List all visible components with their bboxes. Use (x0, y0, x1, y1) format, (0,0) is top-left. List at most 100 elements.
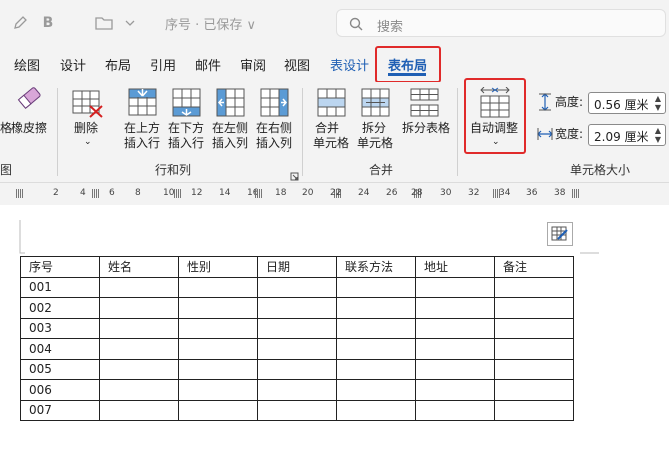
table-cell[interactable]: 002 (20, 297, 100, 319)
table-cell[interactable] (178, 317, 258, 339)
table-cell[interactable] (178, 358, 258, 380)
table-cell[interactable] (178, 297, 258, 319)
insert-above-label-2[interactable]: 插入行 (124, 136, 160, 151)
table-cell[interactable] (99, 358, 179, 380)
folder-icon[interactable] (94, 13, 114, 33)
table-cell[interactable] (336, 297, 416, 319)
table-cell[interactable] (336, 399, 416, 421)
table-cell[interactable] (257, 338, 337, 360)
table-cell[interactable] (257, 399, 337, 421)
split-table-icon[interactable] (410, 88, 440, 122)
insert-right-label-1[interactable]: 在右侧 (256, 121, 292, 136)
table-header-cell[interactable]: 性别 (178, 256, 258, 278)
width-spinner-icon[interactable]: ▲ ▼ (655, 126, 661, 144)
merge-cells-label-2[interactable]: 单元格 (313, 136, 349, 151)
table-cell[interactable] (99, 276, 179, 298)
table-cell[interactable] (336, 276, 416, 298)
insert-below-label-2[interactable]: 插入行 (168, 136, 204, 151)
table-cell[interactable] (336, 379, 416, 401)
table-cell[interactable]: 001 (20, 276, 100, 298)
horizontal-ruler[interactable]: 2 4 6 8 10 12 14 16 18 20 22 24 26 28 30… (0, 183, 669, 205)
pen-icon[interactable] (10, 13, 30, 33)
table-cell[interactable] (99, 338, 179, 360)
split-cells-icon[interactable] (361, 88, 391, 122)
split-cells-label-2[interactable]: 单元格 (357, 136, 393, 151)
tab-table-design[interactable]: 表设计 (330, 55, 369, 74)
insert-below-label-1[interactable]: 在下方 (168, 121, 204, 136)
table-header-cell[interactable]: 序号 (20, 256, 100, 278)
merge-cells-label-1[interactable]: 合并 (315, 121, 339, 136)
table-cell[interactable] (336, 358, 416, 380)
tab-view[interactable]: 视图 (284, 55, 310, 74)
table-cell[interactable] (257, 276, 337, 298)
insert-left-label-1[interactable]: 在左侧 (212, 121, 248, 136)
table-cell[interactable] (336, 338, 416, 360)
table-cell[interactable] (415, 317, 495, 339)
table-cell[interactable] (494, 399, 574, 421)
width-input[interactable]: 2.09 厘米 ▲ ▼ (588, 124, 666, 146)
table-cell[interactable] (494, 338, 574, 360)
delete-table-icon[interactable] (72, 90, 104, 122)
table-cell[interactable] (257, 379, 337, 401)
table-cell[interactable] (415, 276, 495, 298)
table-cell[interactable] (494, 317, 574, 339)
table-header-cell[interactable]: 日期 (257, 256, 337, 278)
table-cell[interactable] (494, 358, 574, 380)
table-header-cell[interactable]: 姓名 (99, 256, 179, 278)
insert-right-icon[interactable] (260, 88, 290, 122)
insert-right-label-2[interactable]: 插入列 (256, 136, 292, 151)
tab-design[interactable]: 设计 (60, 55, 86, 74)
tab-draw[interactable]: 绘图 (14, 55, 40, 74)
eraser-label[interactable]: 橡皮擦 (11, 121, 47, 136)
table-cell[interactable] (415, 297, 495, 319)
bold-icon[interactable]: B (38, 13, 58, 33)
insert-above-label-1[interactable]: 在上方 (124, 121, 160, 136)
table-header-cell[interactable]: 联系方法 (336, 256, 416, 278)
table-cell[interactable] (415, 379, 495, 401)
delete-label[interactable]: 删除 (74, 121, 98, 136)
table-cell[interactable] (99, 297, 179, 319)
merge-cells-icon[interactable] (317, 88, 347, 122)
table-cell[interactable] (257, 358, 337, 380)
insert-above-icon[interactable] (128, 88, 158, 122)
table-cell[interactable] (99, 379, 179, 401)
table-cell[interactable]: 003 (20, 317, 100, 339)
table-cell[interactable]: 004 (20, 338, 100, 360)
tab-review[interactable]: 审阅 (240, 55, 266, 74)
table-cell[interactable] (178, 399, 258, 421)
table-cell[interactable] (415, 399, 495, 421)
table-cell[interactable] (178, 379, 258, 401)
table-cell[interactable] (178, 276, 258, 298)
search-box[interactable]: 搜索 (336, 9, 666, 37)
table-cell[interactable]: 006 (20, 379, 100, 401)
document-title[interactable]: 序号 · 已保存 ∨ (165, 14, 256, 33)
split-cells-label-1[interactable]: 拆分 (362, 121, 386, 136)
table-header-cell[interactable]: 地址 (415, 256, 495, 278)
document-table[interactable]: 序号 姓名 性别 日期 联系方法 地址 备注 001 002 003 004 0… (20, 256, 574, 421)
table-cell[interactable] (494, 297, 574, 319)
height-spinner-icon[interactable]: ▲ ▼ (655, 94, 661, 112)
table-cell[interactable] (99, 399, 179, 421)
insert-left-label-2[interactable]: 插入列 (212, 136, 248, 151)
tab-mailings[interactable]: 邮件 (195, 55, 221, 74)
table-cell[interactable] (178, 338, 258, 360)
layout-options-icon[interactable] (547, 222, 573, 250)
height-input[interactable]: 0.56 厘米 ▲ ▼ (588, 92, 666, 114)
chevron-down-icon[interactable] (120, 13, 140, 33)
delete-dropdown-chevron-icon[interactable]: ⌄ (84, 135, 92, 150)
split-table-label[interactable]: 拆分表格 (402, 121, 450, 136)
table-cell[interactable] (415, 338, 495, 360)
table-cell[interactable]: 005 (20, 358, 100, 380)
table-header-cell[interactable]: 备注 (494, 256, 574, 278)
insert-left-icon[interactable] (216, 88, 246, 122)
table-cell[interactable] (257, 317, 337, 339)
tab-layout[interactable]: 布局 (105, 55, 131, 74)
tab-references[interactable]: 引用 (150, 55, 176, 74)
table-cell[interactable] (257, 297, 337, 319)
eraser-icon[interactable] (14, 85, 46, 115)
table-cell[interactable] (99, 317, 179, 339)
table-cell[interactable] (415, 358, 495, 380)
table-cell[interactable] (494, 276, 574, 298)
insert-below-icon[interactable] (172, 88, 202, 122)
table-cell[interactable] (336, 317, 416, 339)
